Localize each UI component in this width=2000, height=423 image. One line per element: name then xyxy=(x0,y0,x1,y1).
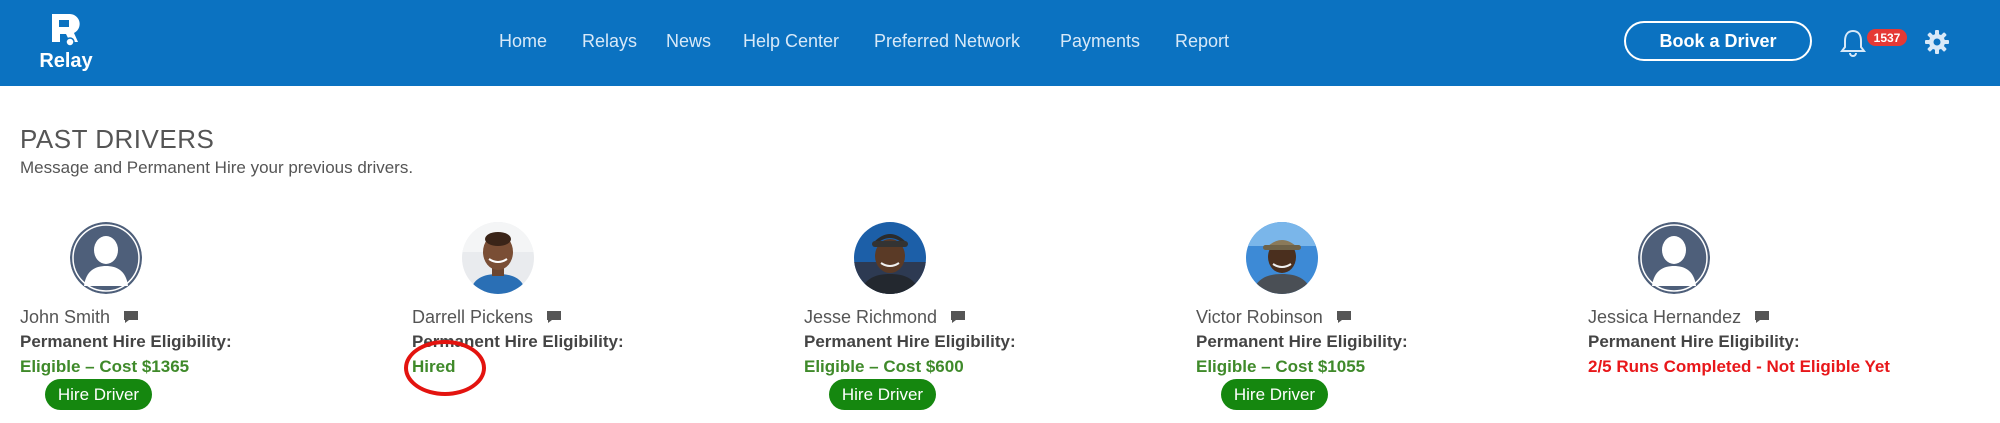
driver-card: Jesse Richmond Permanent Hire Eligibilit… xyxy=(804,220,1184,423)
eligibility-status: 2/5 Runs Completed - Not Eligible Yet xyxy=(1588,357,1890,376)
default-avatar-icon[interactable] xyxy=(70,222,142,294)
eligibility-status: Eligible – Cost $600 xyxy=(804,357,964,376)
nav-relays[interactable]: Relays xyxy=(582,31,637,52)
driver-name-row: Victor Robinson xyxy=(1196,306,1353,328)
eligibility-label: Permanent Hire Eligibility: xyxy=(1588,332,1800,351)
chat-bubble-icon[interactable] xyxy=(949,309,967,325)
driver-name-row: Darrell Pickens xyxy=(412,306,563,328)
driver-card: John Smith Permanent Hire Eligibility: E… xyxy=(20,220,400,423)
eligibility-status: Eligible – Cost $1055 xyxy=(1196,357,1366,376)
nav-preferred-network[interactable]: Preferred Network xyxy=(874,31,1020,52)
page-subtitle: Message and Permanent Hire your previous… xyxy=(20,158,414,177)
hire-driver-button[interactable]: Hire Driver xyxy=(45,379,152,410)
chat-bubble-icon[interactable] xyxy=(1335,309,1353,325)
driver-card: Darrell Pickens Permanent Hire Eligibili… xyxy=(404,220,792,423)
book-a-driver-button[interactable]: Book a Driver xyxy=(1624,21,1812,61)
eligibility-label: Permanent Hire Eligibility: xyxy=(20,332,232,351)
driver-name[interactable]: Jesse Richmond xyxy=(804,307,937,328)
default-avatar-icon[interactable] xyxy=(1638,222,1710,294)
gear-icon[interactable] xyxy=(1924,29,1950,55)
page-title: PAST DRIVERS xyxy=(20,124,215,154)
nav-payments[interactable]: Payments xyxy=(1060,31,1140,52)
hire-driver-button[interactable]: Hire Driver xyxy=(1221,379,1328,410)
driver-name[interactable]: Jessica Hernandez xyxy=(1588,307,1741,328)
driver-name[interactable]: Victor Robinson xyxy=(1196,307,1323,328)
top-navigation-bar: Relay Home Relays News Help Center Prefe… xyxy=(0,0,2000,86)
bell-icon[interactable] xyxy=(1839,28,1867,58)
driver-name-row: John Smith xyxy=(20,306,140,328)
driver-name[interactable]: John Smith xyxy=(20,307,110,328)
nav-news[interactable]: News xyxy=(666,31,711,52)
chat-bubble-icon[interactable] xyxy=(545,309,563,325)
nav-help-center[interactable]: Help Center xyxy=(743,31,839,52)
eligibility-status: Eligible – Cost $1365 xyxy=(20,357,190,376)
driver-photo-avatar[interactable] xyxy=(854,222,926,294)
driver-card: Jessica Hernandez Permanent Hire Eligibi… xyxy=(1588,220,1968,423)
eligibility-label: Permanent Hire Eligibility: xyxy=(1196,332,1408,351)
driver-card: Victor Robinson Permanent Hire Eligibili… xyxy=(1196,220,1576,423)
red-highlight-circle xyxy=(404,340,486,396)
driver-name[interactable]: Darrell Pickens xyxy=(412,307,533,328)
driver-photo-avatar[interactable] xyxy=(462,222,534,294)
chat-bubble-icon[interactable] xyxy=(122,309,140,325)
nav-home[interactable]: Home xyxy=(499,31,547,52)
hire-driver-button[interactable]: Hire Driver xyxy=(829,379,936,410)
eligibility-label: Permanent Hire Eligibility: xyxy=(804,332,1016,351)
nav-report[interactable]: Report xyxy=(1175,31,1229,52)
driver-name-row: Jesse Richmond xyxy=(804,306,967,328)
chat-bubble-icon[interactable] xyxy=(1753,309,1771,325)
driver-photo-avatar[interactable] xyxy=(1246,222,1318,294)
notification-badge: 1537 xyxy=(1867,29,1907,46)
driver-name-row: Jessica Hernandez xyxy=(1588,306,1771,328)
